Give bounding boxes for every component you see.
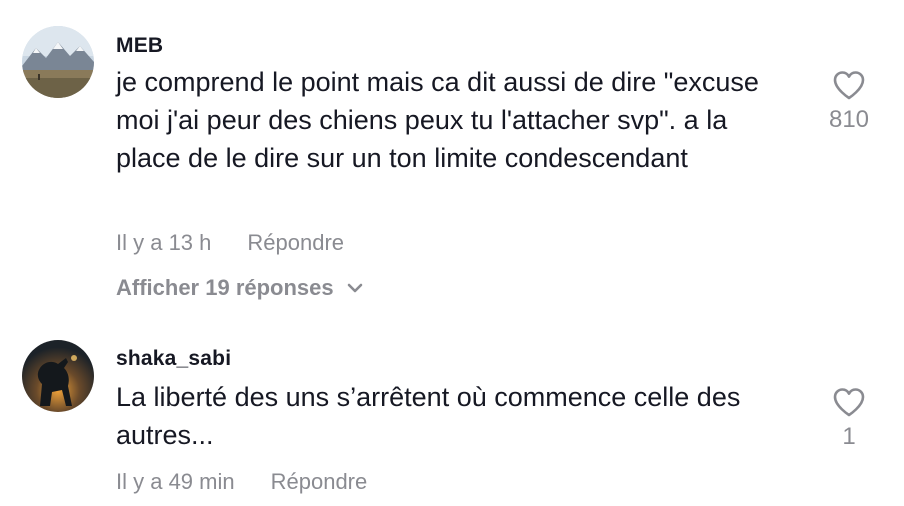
username[interactable]: shaka_sabi [116, 347, 231, 371]
avatar[interactable] [22, 26, 94, 98]
comment-time: Il y a 49 min [116, 469, 235, 494]
username[interactable]: MEB [116, 34, 163, 58]
horse-silhouette-avatar-image [22, 340, 94, 412]
mountain-landscape-avatar-image [22, 26, 94, 98]
heart-outline-icon [833, 388, 865, 417]
comment-item: shaka_sabi La liberté des uns s’arrêtent… [0, 330, 904, 506]
comment-text: La liberté des uns s’arrêtent où commenc… [116, 382, 741, 450]
heart-outline-icon [833, 71, 865, 100]
comment-meta: Il y a 13 h Répondre [116, 230, 344, 256]
like-button[interactable]: 810 [819, 70, 879, 134]
view-replies-label: Afficher 19 réponses [116, 275, 334, 300]
view-replies-button[interactable]: Afficher 19 réponses [116, 275, 364, 301]
comment-item: MEB je comprend le point mais ca dit aus… [0, 0, 904, 320]
like-count: 810 [828, 106, 870, 133]
avatar[interactable] [22, 340, 94, 412]
chevron-down-icon [347, 283, 362, 293]
comment-time: Il y a 13 h [116, 230, 212, 255]
comment-text: je comprend le point mais ca dit aussi d… [116, 67, 759, 173]
like-count: 1 [842, 423, 856, 450]
reply-button[interactable]: Répondre [247, 230, 344, 256]
comment-meta: Il y a 49 min Répondre [116, 469, 367, 495]
like-button[interactable]: 1 [819, 387, 879, 451]
reply-button[interactable]: Répondre [271, 469, 368, 495]
